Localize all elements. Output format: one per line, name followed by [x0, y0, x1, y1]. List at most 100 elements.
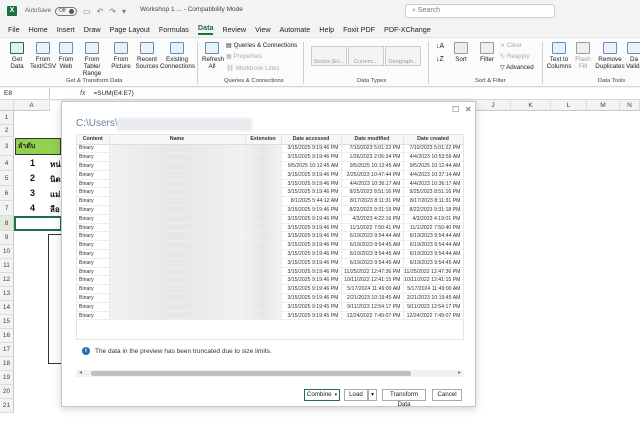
scroll-left-icon[interactable]: ◂ [79, 369, 82, 376]
tab-review[interactable]: Review [222, 25, 246, 34]
tab-pdf-xchange[interactable]: PDF-XChange [384, 25, 431, 34]
fx-icon[interactable]: fx [80, 90, 85, 97]
load-dropdown-button[interactable]: ▾ [368, 389, 377, 401]
properties-button[interactable]: ▦ Properties [226, 53, 262, 60]
column-header-a[interactable]: A [14, 101, 50, 111]
row-header[interactable]: 5 [0, 171, 14, 186]
tab-draw[interactable]: Draw [84, 25, 101, 34]
table-row[interactable]: Binary 3/15/2025 9:19:46 PM 11/25/2022 12:… [77, 267, 463, 277]
tab-formulas[interactable]: Formulas [159, 25, 189, 34]
tab-file[interactable]: File [8, 25, 20, 34]
column-header[interactable]: Date accessed [281, 135, 342, 145]
redo-icon[interactable]: ↷ [109, 7, 116, 16]
table-row[interactable]: Binary 9/5/2025 10:12:45 AM 9/5/2025 10:12… [77, 161, 463, 171]
row-header[interactable]: 10 [0, 245, 14, 259]
text-cell[interactable]: ลือ [50, 203, 60, 216]
row-header[interactable]: 19 [0, 371, 14, 385]
advanced-filter-button[interactable]: ▽ Advanced [500, 64, 534, 71]
text-cell[interactable]: นิด [50, 173, 61, 186]
from-picture-button[interactable]: From Picture [108, 42, 134, 70]
save-icon[interactable]: ▭ [83, 7, 91, 16]
scrollbar-thumb[interactable] [91, 371, 411, 376]
table-row[interactable]: Binary 3/15/2025 9:19:45 PM 9/11/2023 12:5… [77, 302, 463, 312]
row-header[interactable]: 16 [0, 329, 14, 343]
row-header[interactable]: 6 [0, 186, 14, 201]
select-all-corner[interactable] [0, 101, 14, 111]
table-row[interactable]: Binary 3/15/2025 9:19:46 PM 8/22/2023 9:31… [77, 205, 463, 215]
table-row[interactable]: Binary 3/15/2025 9:19:46 PM 6/19/2023 9:54… [77, 258, 463, 268]
tab-data[interactable]: Data [197, 23, 214, 35]
tab-help[interactable]: Help [319, 25, 334, 34]
column-header-j[interactable]: J [476, 101, 511, 111]
from-table-range-button[interactable]: From Table/ Range [77, 42, 107, 77]
autosave-toggle[interactable]: Off [55, 6, 78, 16]
tab-page-layout[interactable]: Page Layout [110, 25, 150, 34]
from-text-csv-button[interactable]: From Text/CSV [30, 42, 56, 70]
from-web-button[interactable]: From Web [56, 42, 76, 70]
tab-view[interactable]: View [255, 25, 270, 34]
cancel-button[interactable]: Cancel [432, 389, 462, 401]
transform-data-button[interactable]: Transform Data [382, 389, 426, 408]
column-header[interactable]: Name [109, 135, 246, 145]
filter-button[interactable]: Filter [477, 42, 497, 63]
currencies-data-type[interactable]: Currenc... [348, 46, 384, 66]
column-header[interactable]: Date modified [341, 135, 404, 145]
refresh-all-button[interactable]: Refresh All [202, 42, 224, 70]
row-header[interactable]: 1 [0, 111, 14, 125]
flash-fill-button[interactable]: Flash Fill [574, 42, 592, 70]
sort-button[interactable]: Sort [452, 42, 470, 63]
column-header[interactable]: Extension [245, 135, 282, 145]
header-cell[interactable]: ลำดับ [15, 138, 61, 155]
table-row[interactable]: Binary 3/15/2025 9:19:46 PM 4/3/2023 4:22:… [77, 214, 463, 224]
column-header-k[interactable]: K [511, 101, 551, 111]
text-to-columns-button[interactable]: Text to Columns [545, 42, 573, 70]
name-box[interactable]: E8 [0, 88, 50, 99]
table-row[interactable]: Binary 3/15/2025 9:19:46 PM 6/19/2023 9:54… [77, 249, 463, 259]
table-row[interactable]: Binary 3/15/2025 9:19:46 PM 10/11/2022 12:… [77, 275, 463, 286]
row-header[interactable]: 9 [0, 231, 14, 245]
number-cell[interactable]: 4 [30, 203, 35, 213]
table-row[interactable]: Binary 3/15/2025 9:19:46 PM 4/4/2023 10:36… [77, 179, 463, 189]
row-header[interactable]: 11 [0, 259, 14, 273]
clear-filter-button[interactable]: ⨯ Clear [500, 42, 522, 49]
recent-sources-button[interactable]: Recent Sources [135, 42, 159, 70]
reapply-button[interactable]: ↻ Reapply [500, 53, 530, 60]
get-data-button[interactable]: Get Data [6, 42, 28, 70]
workbook-links-button[interactable]: ⛓ Workbook Links [226, 64, 279, 72]
table-row[interactable]: Binary 3/15/2025 9:19:46 PM 7/10/2023 5:01… [77, 144, 463, 154]
table-row[interactable]: Binary 8/1/2025 5:44:12 AM 8/17/2023 8:11:… [77, 196, 463, 207]
scroll-right-icon[interactable]: ▸ [458, 369, 461, 376]
combine-button[interactable]: Combine ▾ [304, 389, 340, 401]
stocks-data-type[interactable]: Stocks (En... [311, 46, 347, 66]
column-header[interactable]: Content [77, 135, 110, 145]
close-icon[interactable]: ✕ [465, 105, 472, 114]
horizontal-scrollbar[interactable]: ◂ ▸ [76, 370, 464, 377]
tab-automate[interactable]: Automate [280, 25, 311, 34]
row-header[interactable]: 7 [0, 201, 14, 216]
column-header-l[interactable]: L [551, 101, 587, 111]
table-row[interactable]: Binary 3/15/2025 9:19:46 PM 1/26/2023 2:06… [77, 152, 463, 163]
table-row[interactable]: Binary 3/15/2025 9:19:46 PM 6/19/2023 9:54… [77, 240, 463, 251]
tab-insert[interactable]: Insert [57, 25, 75, 34]
table-row[interactable]: Binary 3/15/2025 9:19:46 PM 6/19/2023 9:54… [77, 231, 463, 242]
formula-input[interactable]: =SUM(E4:E7) [93, 90, 133, 97]
maximize-icon[interactable]: ☐ [452, 105, 459, 114]
tab-home[interactable]: Home [29, 25, 48, 34]
column-header[interactable]: Date created [403, 135, 463, 145]
sort-descending-icon[interactable]: ↓Z [436, 56, 444, 63]
undo-icon[interactable]: ↶ [97, 7, 104, 16]
row-header[interactable]: 8 [0, 216, 14, 231]
column-header-n[interactable]: N [620, 101, 640, 111]
row-header[interactable]: 15 [0, 315, 14, 329]
row-header[interactable]: 13 [0, 287, 14, 301]
number-cell[interactable]: 3 [30, 188, 35, 198]
row-header[interactable]: 18 [0, 357, 14, 371]
row-header[interactable]: 3 [0, 137, 14, 156]
row-header[interactable]: 21 [0, 399, 14, 413]
row-header[interactable]: 17 [0, 343, 14, 357]
row-header[interactable]: 2 [0, 125, 14, 137]
tab-foxit-pdf[interactable]: Foxit PDF [343, 25, 375, 34]
row-header[interactable]: 20 [0, 385, 14, 399]
table-row[interactable]: Binary 3/15/2025 9:19:46 PM 2/25/2023 10:4… [77, 170, 463, 180]
data-validation-button[interactable]: Da Valida [626, 42, 640, 70]
